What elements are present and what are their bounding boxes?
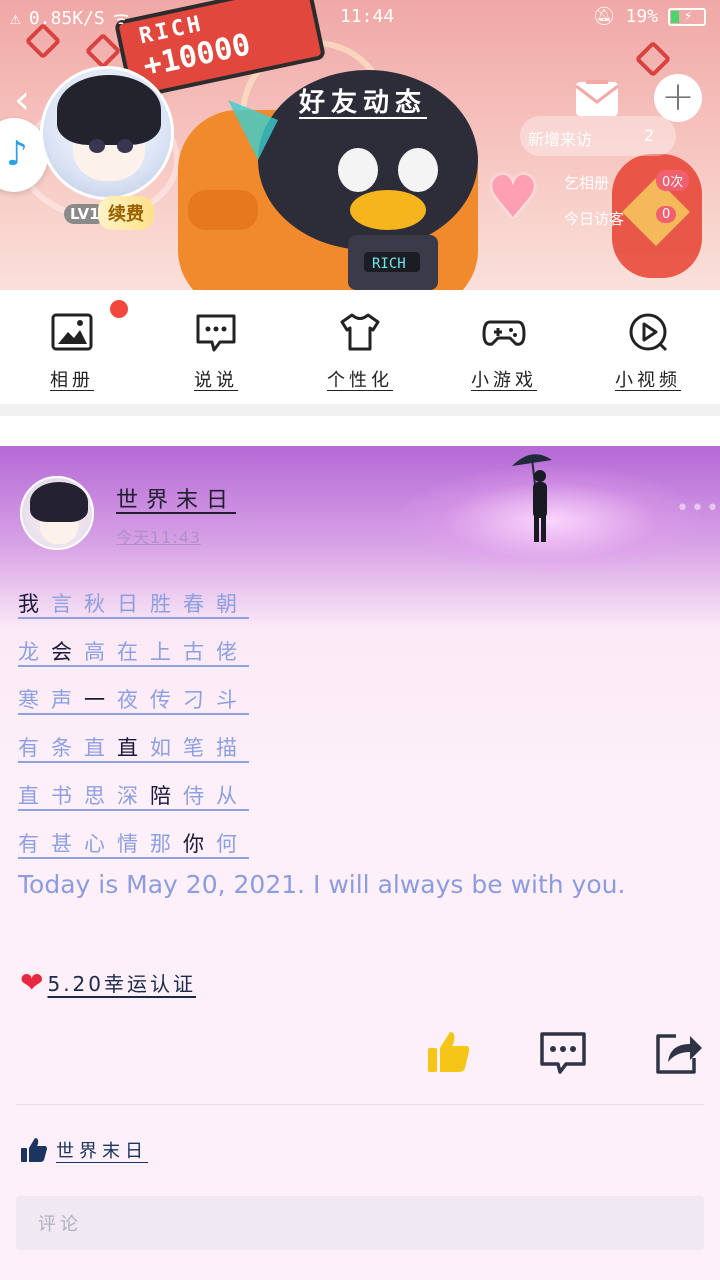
poem-line: 我言秋日胜春朝 [18, 592, 249, 616]
menu-label-games: 小游戏 [471, 370, 537, 391]
net-speed: 0.85K/S [28, 7, 105, 29]
quick-menu: 相册 说说 个性化 小游戏 小视频 [0, 290, 720, 404]
post-english-text: Today is May 20, 2021. I will always be … [18, 870, 626, 899]
alert-icon: ⚠ [10, 7, 21, 29]
svg-text:RICH: RICH [372, 256, 406, 272]
poem-line: 龙会高在上古佬 [18, 640, 249, 664]
feed-post: ••• 世界末日 今天11:43 我言秋日胜春朝 龙会高在上古佬 寒声一夜传刁斗… [0, 446, 720, 1280]
mail-icon[interactable] [574, 78, 620, 118]
menu-label-shuoshuo: 说说 [194, 370, 238, 391]
menu-item-videos[interactable]: 小视频 [576, 290, 720, 404]
post-author-avatar[interactable] [20, 476, 94, 550]
lucky-certification[interactable]: ❤ 5.20幸运认证 [20, 968, 196, 997]
profile-banner: RICH RICH +10000 ♥ ⚠ 0.85K/S ᯤ 11:44 🔕︎ … [0, 0, 720, 290]
menu-item-personalize[interactable]: 个性化 [288, 290, 432, 404]
menu-label-album: 相册 [50, 370, 94, 391]
renew-button[interactable]: 续费 [98, 196, 154, 230]
stat-today-label: 今日访客 [564, 210, 625, 228]
battery-icon: ⚡︎ [668, 7, 706, 26]
share-button[interactable] [654, 1028, 704, 1078]
like-button[interactable] [424, 1028, 474, 1078]
menu-item-shuoshuo[interactable]: 说说 [144, 290, 288, 404]
stat-album-value: 0次 [656, 170, 690, 191]
post-poem: 我言秋日胜春朝 龙会高在上古佬 寒声一夜传刁斗 有条直直如笔描 直书思深陪侍从 … [18, 588, 698, 876]
more-options-button[interactable]: ••• [676, 496, 720, 521]
poem-line: 寒声一夜传刁斗 [18, 688, 249, 712]
stat-album[interactable]: 乞相册 0次 [564, 170, 690, 193]
battery-percent: 19% [625, 6, 658, 27]
menu-item-games[interactable]: 小游戏 [432, 290, 576, 404]
video-play-icon [629, 313, 668, 352]
certification-text: 5.20幸运认证 [47, 972, 196, 996]
mute-icon: 🔕︎ [592, 6, 616, 27]
comment-input[interactable]: 评论 [16, 1196, 704, 1250]
liked-by-name[interactable]: 世界末日 [56, 1137, 148, 1163]
menu-item-album[interactable]: 相册 [0, 290, 144, 404]
new-visitors-label: 新增来访 [528, 130, 593, 149]
new-visitors-pill[interactable]: 新增来访 2 [520, 116, 676, 156]
stat-album-label: 乞相册 [564, 174, 610, 192]
stat-today-visitors[interactable]: 今日访客 0 [564, 206, 677, 229]
section-divider [0, 404, 720, 416]
menu-label-personalize: 个性化 [327, 370, 393, 391]
clock: 11:44 [340, 6, 395, 27]
comment-button[interactable] [538, 1028, 588, 1078]
poem-line: 有甚心情那你何 [18, 832, 249, 856]
stat-today-value: 0 [656, 206, 677, 223]
gamepad-icon [482, 320, 526, 346]
poem-line: 有条直直如笔描 [18, 736, 249, 760]
heart-icon: ❤ [20, 965, 44, 999]
poem-line: 直书思深陪侍从 [18, 784, 249, 808]
music-note-icon: ♪ [6, 134, 28, 174]
page-title: 好友动态 [298, 88, 427, 118]
post-actions [0, 1028, 720, 1088]
liked-by-row: 世界末日 [20, 1136, 148, 1164]
new-visitors-count: 2 [643, 126, 654, 145]
divider [16, 1104, 704, 1105]
photo-album-icon [51, 313, 93, 351]
add-button[interactable]: + [654, 74, 702, 122]
thumbs-up-icon [21, 1138, 47, 1162]
heart-icon[interactable]: ♥ [484, 168, 542, 226]
status-bar: ⚠ 0.85K/S ᯤ 11:44 🔕︎ 19% ⚡︎ [0, 0, 720, 32]
tshirt-icon [340, 313, 380, 351]
wifi-icon: ᯤ [112, 8, 130, 29]
post-timestamp: 今天11:43 [116, 528, 202, 547]
post-author-name[interactable]: 世界末日 [116, 482, 236, 514]
menu-label-videos: 小视频 [615, 370, 681, 391]
umbrella-person-illustration [512, 454, 552, 542]
chat-bubble-icon [196, 314, 236, 352]
section-spacer [0, 416, 720, 446]
profile-avatar[interactable] [40, 66, 174, 200]
notification-dot [110, 300, 128, 318]
